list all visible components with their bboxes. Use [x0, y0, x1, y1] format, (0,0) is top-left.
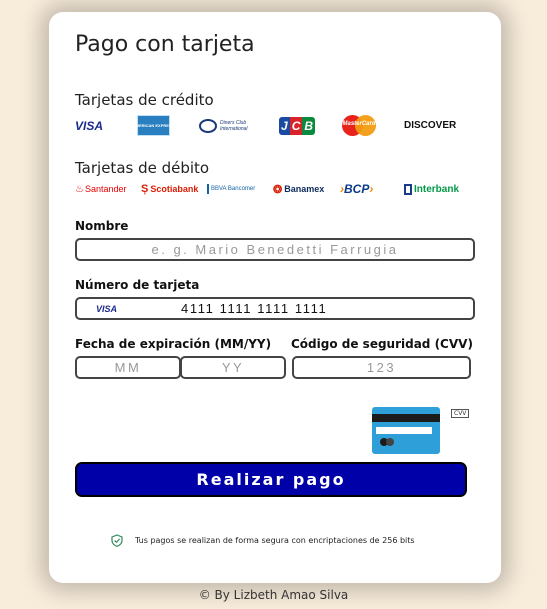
discover-logo: DISCOVER: [404, 120, 457, 131]
card-number-value: 4111 1111 1111 1111: [181, 301, 328, 316]
payment-card: Pago con tarjeta Tarjetas de crédito VIS…: [49, 12, 501, 583]
amex-logo: AMERICAN EXPRESS: [133, 115, 199, 136]
debit-card-logos: ♨ Santander Ș Scotiabank BBVA Bancomer ❂ Ba…: [75, 182, 459, 196]
expiry-month-placeholder: MM: [114, 360, 142, 375]
diners-logo: Diners Club International: [199, 118, 279, 133]
expiry-year-placeholder: YY: [221, 360, 245, 375]
pay-button[interactable]: Realizar pago: [75, 462, 467, 497]
card-number-label: Número de tarjeta: [75, 278, 200, 292]
name-label: Nombre: [75, 219, 129, 233]
visa-logo: VISA: [75, 118, 104, 133]
page-title: Pago con tarjeta: [75, 32, 255, 57]
secure-note: Tus pagos se realizan de forma segura co…: [111, 534, 415, 547]
credit-card-logos: VISA AMERICAN EXPRESS Diners Club Intern…: [75, 115, 456, 136]
debit-cards-label: Tarjetas de débito: [75, 159, 210, 177]
credit-cards-label: Tarjetas de crédito: [75, 91, 214, 109]
shield-check-icon: [111, 534, 123, 547]
santander-logo: ♨ Santander: [75, 183, 127, 195]
banamex-logo: ❂ Banamex: [273, 183, 325, 196]
card-number-input[interactable]: VISA 4111 1111 1111 1111: [75, 297, 475, 320]
cvv-card-illustration: [372, 407, 442, 457]
cvv-input[interactable]: 123: [292, 356, 471, 379]
cvv-tag: CVV: [451, 409, 470, 418]
mastercard-logo: MasterCard: [342, 115, 404, 136]
jcb-logo: JCB: [279, 116, 316, 135]
secure-note-text: Tus pagos se realizan de forma segura co…: [135, 536, 415, 545]
expiry-month-input[interactable]: MM: [75, 356, 181, 379]
name-placeholder: e. g. Mario Benedetti Farrugia: [151, 242, 399, 257]
footer-credit: © By Lizbeth Amao Silva: [198, 588, 349, 602]
bcp-logo: › BCP ›: [340, 182, 374, 196]
expiry-label: Fecha de expiración (MM/YY): [75, 337, 272, 351]
interbank-logo: Interbank: [404, 183, 459, 195]
cvv-placeholder: 123: [366, 360, 397, 375]
cvv-label: Código de seguridad (CVV): [291, 337, 473, 351]
name-input[interactable]: e. g. Mario Benedetti Farrugia: [75, 238, 475, 261]
bbva-logo: BBVA Bancomer: [207, 184, 273, 194]
scotiabank-logo: Ș Scotiabank: [141, 183, 199, 195]
visa-icon: VISA: [96, 303, 118, 314]
expiry-year-input[interactable]: YY: [180, 356, 286, 379]
